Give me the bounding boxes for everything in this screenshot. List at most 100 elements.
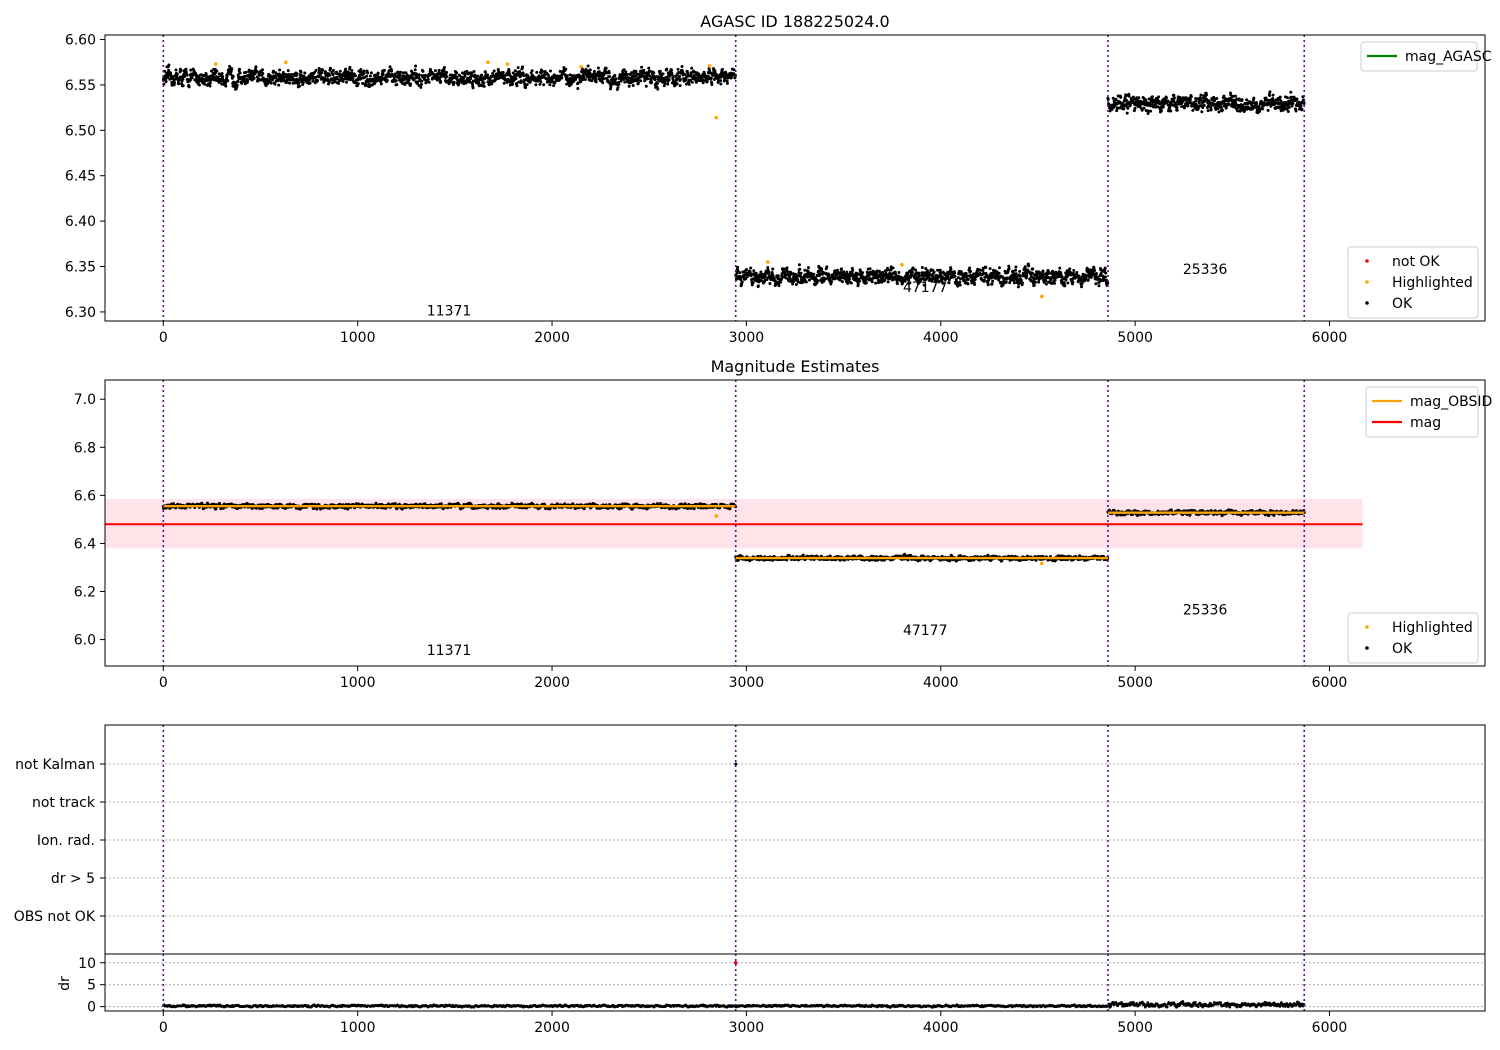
ok-point	[756, 284, 760, 288]
ok-point	[798, 267, 802, 271]
ok-point	[839, 267, 843, 271]
ok-point	[381, 73, 385, 77]
ok-point	[812, 272, 816, 276]
ok-point	[526, 74, 530, 78]
ok-point	[690, 80, 694, 84]
ok-point	[1286, 109, 1290, 113]
figure: AGASC ID 188225024.01137147177253360 1000…	[14, 12, 1493, 1036]
ok-point	[1268, 90, 1272, 94]
ok-point	[608, 75, 612, 79]
ok-point	[1133, 106, 1137, 110]
ok-point	[1202, 103, 1206, 107]
ok-point	[1159, 109, 1163, 113]
ok-point	[617, 83, 621, 87]
ok-point	[373, 81, 377, 85]
ok-point	[1227, 103, 1231, 107]
ok-point	[754, 271, 758, 275]
ok-point	[594, 80, 598, 84]
ok-point	[1023, 265, 1027, 269]
x-tick-label: 3000	[729, 330, 765, 346]
ok-point	[299, 70, 303, 74]
ok-point	[1032, 283, 1036, 287]
ok-point	[650, 81, 654, 85]
ok-point	[1219, 105, 1223, 109]
ok-point	[897, 271, 901, 275]
ok-point	[601, 81, 605, 85]
ok-point	[385, 78, 389, 82]
ok-point	[631, 84, 635, 88]
y-tick-label: 6.60	[65, 33, 96, 49]
ok-point	[1172, 96, 1176, 100]
ok-point	[445, 74, 449, 78]
ok-point	[174, 68, 178, 72]
ok-point	[238, 67, 242, 71]
x-tick-label: 2000	[534, 330, 570, 346]
y-tick-label: 6.30	[65, 305, 96, 321]
x-tick-label: 5000	[1117, 330, 1153, 346]
ok-point	[752, 269, 756, 273]
ok-point	[164, 80, 168, 84]
ok-point	[794, 282, 798, 286]
y-tick-label: 6.40	[65, 214, 96, 230]
ok-point	[1018, 274, 1022, 278]
ok-point	[642, 68, 646, 72]
ok-point	[179, 69, 183, 73]
ok-point	[483, 70, 487, 74]
ok-point	[1053, 278, 1057, 282]
ok-point	[1027, 264, 1031, 268]
ok-point	[530, 69, 534, 73]
ok-point	[177, 82, 181, 86]
ok-point	[1164, 96, 1168, 100]
highlighted-point	[486, 60, 490, 65]
highlighted-point	[765, 260, 770, 264]
ok-series	[161, 63, 738, 91]
ok-point	[636, 81, 640, 85]
ok-point	[252, 76, 256, 80]
ok-point	[329, 67, 333, 71]
ok-point	[246, 79, 250, 83]
ok-point	[1205, 93, 1209, 97]
ok-point	[482, 84, 486, 88]
ok-point	[1200, 110, 1204, 114]
ok-point	[398, 73, 402, 77]
ok-point	[710, 82, 714, 86]
ok-point	[596, 66, 600, 70]
ok-point	[652, 71, 656, 75]
ok-point	[338, 69, 342, 73]
ok-point	[516, 66, 520, 70]
ok-series	[1106, 90, 1306, 116]
ok-point	[1007, 264, 1011, 268]
ok-point	[173, 81, 177, 85]
ok-point	[421, 69, 425, 73]
ok-point	[344, 80, 348, 84]
ok-point	[740, 283, 744, 287]
ok-point	[1066, 281, 1070, 285]
highlighted-point	[579, 64, 583, 69]
ok-point	[369, 71, 373, 75]
ok-point	[236, 79, 240, 83]
ok-point	[394, 79, 398, 83]
ok-point	[358, 73, 362, 77]
ok-point	[690, 66, 694, 70]
ok-point	[1034, 280, 1038, 284]
ok-point	[678, 77, 682, 81]
ok-point	[362, 71, 366, 75]
ok-point	[576, 86, 580, 90]
ok-point	[539, 80, 543, 84]
ok-point	[540, 69, 544, 73]
ok-point	[1126, 106, 1130, 110]
ok-point	[949, 267, 953, 271]
ok-point	[277, 83, 281, 87]
ok-point	[1260, 107, 1264, 111]
ok-point	[181, 77, 185, 81]
ok-point	[840, 280, 844, 284]
ok-point	[393, 502, 397, 506]
ok-point	[514, 77, 518, 81]
ok-point	[308, 81, 312, 85]
ok-point	[1294, 109, 1298, 113]
ok-point	[1287, 106, 1291, 110]
ok-point	[220, 72, 224, 76]
ok-point	[167, 63, 171, 67]
ok-point	[968, 266, 972, 270]
ok-point	[1063, 284, 1067, 288]
